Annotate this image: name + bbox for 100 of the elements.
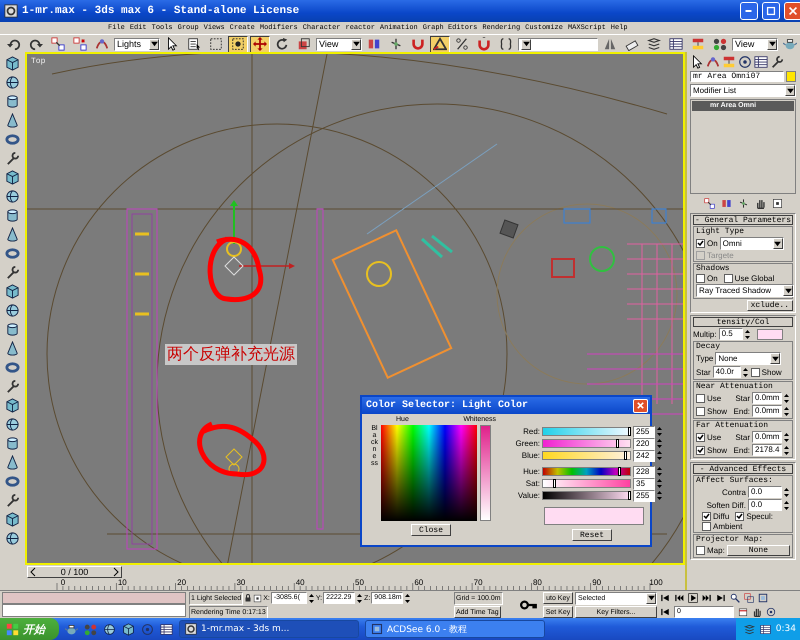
bind-icon[interactable]: [706, 55, 720, 69]
manipulate-icon[interactable]: [738, 198, 748, 209]
channel-slider[interactable]: [542, 427, 631, 436]
cube-icon[interactable]: [5, 284, 20, 299]
maxscript-listener-field[interactable]: [2, 592, 186, 604]
skip-start-icon[interactable]: [660, 607, 670, 617]
number-field[interactable]: 35: [633, 478, 655, 490]
slider-thumb[interactable]: [624, 451, 627, 460]
modifier-list-dropdown[interactable]: Modifier List: [690, 84, 796, 97]
spheres-icon[interactable]: [84, 622, 97, 636]
rollout-title[interactable]: tensity/Col: [693, 317, 793, 327]
dropdown[interactable]: View: [316, 38, 362, 50]
pivot-icon[interactable]: [720, 198, 732, 209]
link-icon[interactable]: [704, 198, 714, 209]
cone-icon[interactable]: [5, 341, 20, 356]
torus-icon[interactable]: [5, 132, 20, 147]
toolbar-button[interactable]: [250, 36, 270, 52]
wrench-icon[interactable]: [770, 55, 784, 69]
next-frame-icon[interactable]: [702, 593, 712, 603]
cube-icon[interactable]: [5, 512, 20, 527]
torus-icon[interactable]: [5, 474, 20, 489]
hand-icon[interactable]: [754, 198, 766, 209]
cylinder-icon[interactable]: [5, 436, 20, 451]
selection-box-icon[interactable]: [772, 198, 782, 209]
time-config-icon[interactable]: [738, 607, 748, 617]
dropdown[interactable]: None: [715, 352, 782, 365]
slider-thumb[interactable]: [628, 491, 631, 500]
checkbox[interactable]: [702, 512, 711, 521]
torus-icon[interactable]: [5, 246, 20, 261]
dropdown[interactable]: Omni: [720, 237, 784, 250]
table-icon[interactable]: [754, 55, 768, 69]
wrench-icon[interactable]: [5, 379, 20, 394]
zoom-icon[interactable]: [730, 593, 740, 603]
lock-icon[interactable]: [244, 594, 252, 602]
skip-start-icon[interactable]: [660, 593, 670, 603]
taskbar-button[interactable]: ACDSee 6.0 - 教程: [365, 620, 545, 638]
object-color-swatch[interactable]: [786, 71, 796, 82]
reset-button[interactable]: Reset: [572, 529, 612, 541]
schematic-icon[interactable]: [722, 55, 736, 69]
dropdown[interactable]: Lights: [114, 38, 160, 50]
number-field[interactable]: 0.0mm: [752, 405, 782, 417]
wrench-icon[interactable]: [5, 493, 20, 508]
channel-slider[interactable]: [542, 467, 631, 476]
checkbox[interactable]: [696, 394, 705, 402]
sphere-icon[interactable]: [5, 75, 20, 90]
previous-frame-icon[interactable]: [674, 593, 684, 603]
slider-thumb[interactable]: [553, 479, 556, 488]
map-button[interactable]: None: [726, 545, 790, 556]
checkbox[interactable]: [696, 274, 705, 283]
sphere-icon[interactable]: [5, 531, 20, 546]
number-field[interactable]: 0.0mm: [752, 392, 782, 404]
hue-blackness-picker[interactable]: [381, 425, 477, 521]
close-button[interactable]: [633, 398, 648, 412]
dropdown[interactable]: Ray Traced Shadow: [696, 284, 794, 297]
slider-thumb[interactable]: [616, 439, 619, 448]
cursor-icon[interactable]: [690, 55, 704, 69]
number-field[interactable]: 2178.4: [752, 444, 782, 456]
checkbox[interactable]: [724, 274, 733, 283]
cube-icon[interactable]: [5, 398, 20, 413]
sphere-icon[interactable]: [103, 622, 116, 636]
cube-icon[interactable]: [122, 622, 135, 636]
frame-indicator[interactable]: 0 / 100: [27, 566, 122, 578]
dropdown[interactable]: View: [732, 38, 778, 50]
number-field[interactable]: 228: [633, 466, 655, 478]
number-field[interactable]: 255: [633, 490, 655, 502]
rollout-title[interactable]: - Advanced Effects: [693, 464, 793, 474]
zoom-extents-icon[interactable]: [758, 593, 768, 603]
selection-set-field[interactable]: [518, 38, 598, 50]
checkbox[interactable]: [735, 512, 744, 521]
cylinder-icon[interactable]: [5, 94, 20, 109]
checkbox[interactable]: [696, 546, 705, 555]
zoom-all-icon[interactable]: [744, 593, 754, 603]
number-field[interactable]: 0.0mm: [752, 431, 782, 443]
close-button[interactable]: [784, 2, 800, 20]
cone-icon[interactable]: [5, 227, 20, 242]
whiteness-bar[interactable]: [480, 425, 491, 521]
object-name-field[interactable]: mr Area Omni07: [690, 71, 784, 82]
table-icon[interactable]: [160, 622, 173, 636]
skip-end-icon[interactable]: [716, 593, 726, 603]
toolbar-button[interactable]: [430, 36, 450, 52]
cube-icon[interactable]: [5, 170, 20, 185]
number-field[interactable]: 255: [633, 426, 655, 438]
checkbox[interactable]: [696, 432, 705, 442]
taskbar-button[interactable]: 1-mr.max - 3ds m...: [179, 620, 359, 638]
channel-slider[interactable]: [542, 439, 631, 448]
slider-thumb[interactable]: [618, 467, 622, 476]
sphere-icon[interactable]: [5, 189, 20, 204]
play-icon[interactable]: [688, 593, 698, 603]
checkbox[interactable]: [696, 239, 705, 248]
light-color-swatch[interactable]: [756, 328, 783, 340]
number-field[interactable]: 0.0: [748, 499, 782, 511]
viewport-label[interactable]: Top: [31, 57, 46, 66]
checkbox[interactable]: [696, 406, 705, 416]
channel-slider[interactable]: [542, 451, 631, 460]
number-field[interactable]: 0.0: [748, 486, 782, 498]
teapot-icon[interactable]: [65, 622, 78, 636]
close-button[interactable]: Close: [411, 524, 451, 536]
hand-icon[interactable]: [752, 607, 762, 617]
table-icon[interactable]: [760, 624, 771, 634]
checkbox[interactable]: [702, 522, 711, 531]
